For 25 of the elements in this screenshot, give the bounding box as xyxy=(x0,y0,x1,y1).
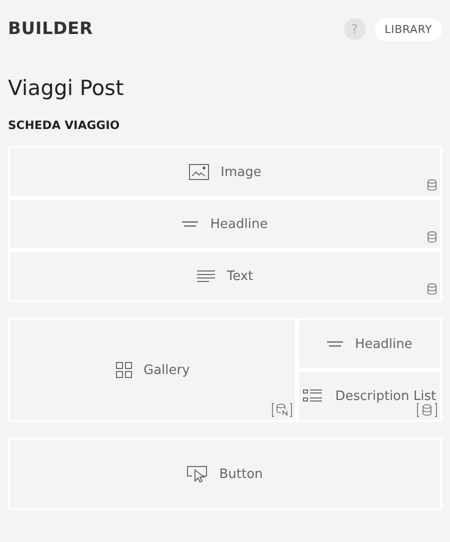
block-label: Button xyxy=(219,466,263,482)
block-label: Gallery xyxy=(144,362,190,378)
block-tile[interactable]: Description List xyxy=(297,370,442,422)
page-title: Viaggi Post xyxy=(8,76,125,102)
text-icon xyxy=(196,270,215,282)
headline-icon xyxy=(182,221,198,227)
block-tile[interactable]: Text xyxy=(8,250,442,302)
block-tile[interactable]: Gallery xyxy=(8,318,298,422)
headline-icon xyxy=(326,341,343,347)
section-title: SCHEDA VIAGGIO xyxy=(8,118,121,134)
block-label: Description List xyxy=(335,388,436,404)
library-button[interactable]: LIBRARY xyxy=(374,18,442,40)
app-title: BUILDER xyxy=(8,19,94,39)
block-label: Text xyxy=(226,268,254,284)
block-tile[interactable]: Button xyxy=(8,438,442,510)
block-label: Image xyxy=(220,164,262,180)
block-tile[interactable]: Headline xyxy=(297,318,442,370)
block-tile[interactable]: Image xyxy=(8,146,442,198)
gallery-icon xyxy=(116,362,132,378)
cursor-icon xyxy=(187,466,208,482)
block-label: Headline xyxy=(210,216,268,232)
block-label: Headline xyxy=(354,336,412,352)
block-tile[interactable]: Headline xyxy=(8,198,442,250)
image-icon xyxy=(188,164,209,180)
list-icon xyxy=(303,389,324,403)
